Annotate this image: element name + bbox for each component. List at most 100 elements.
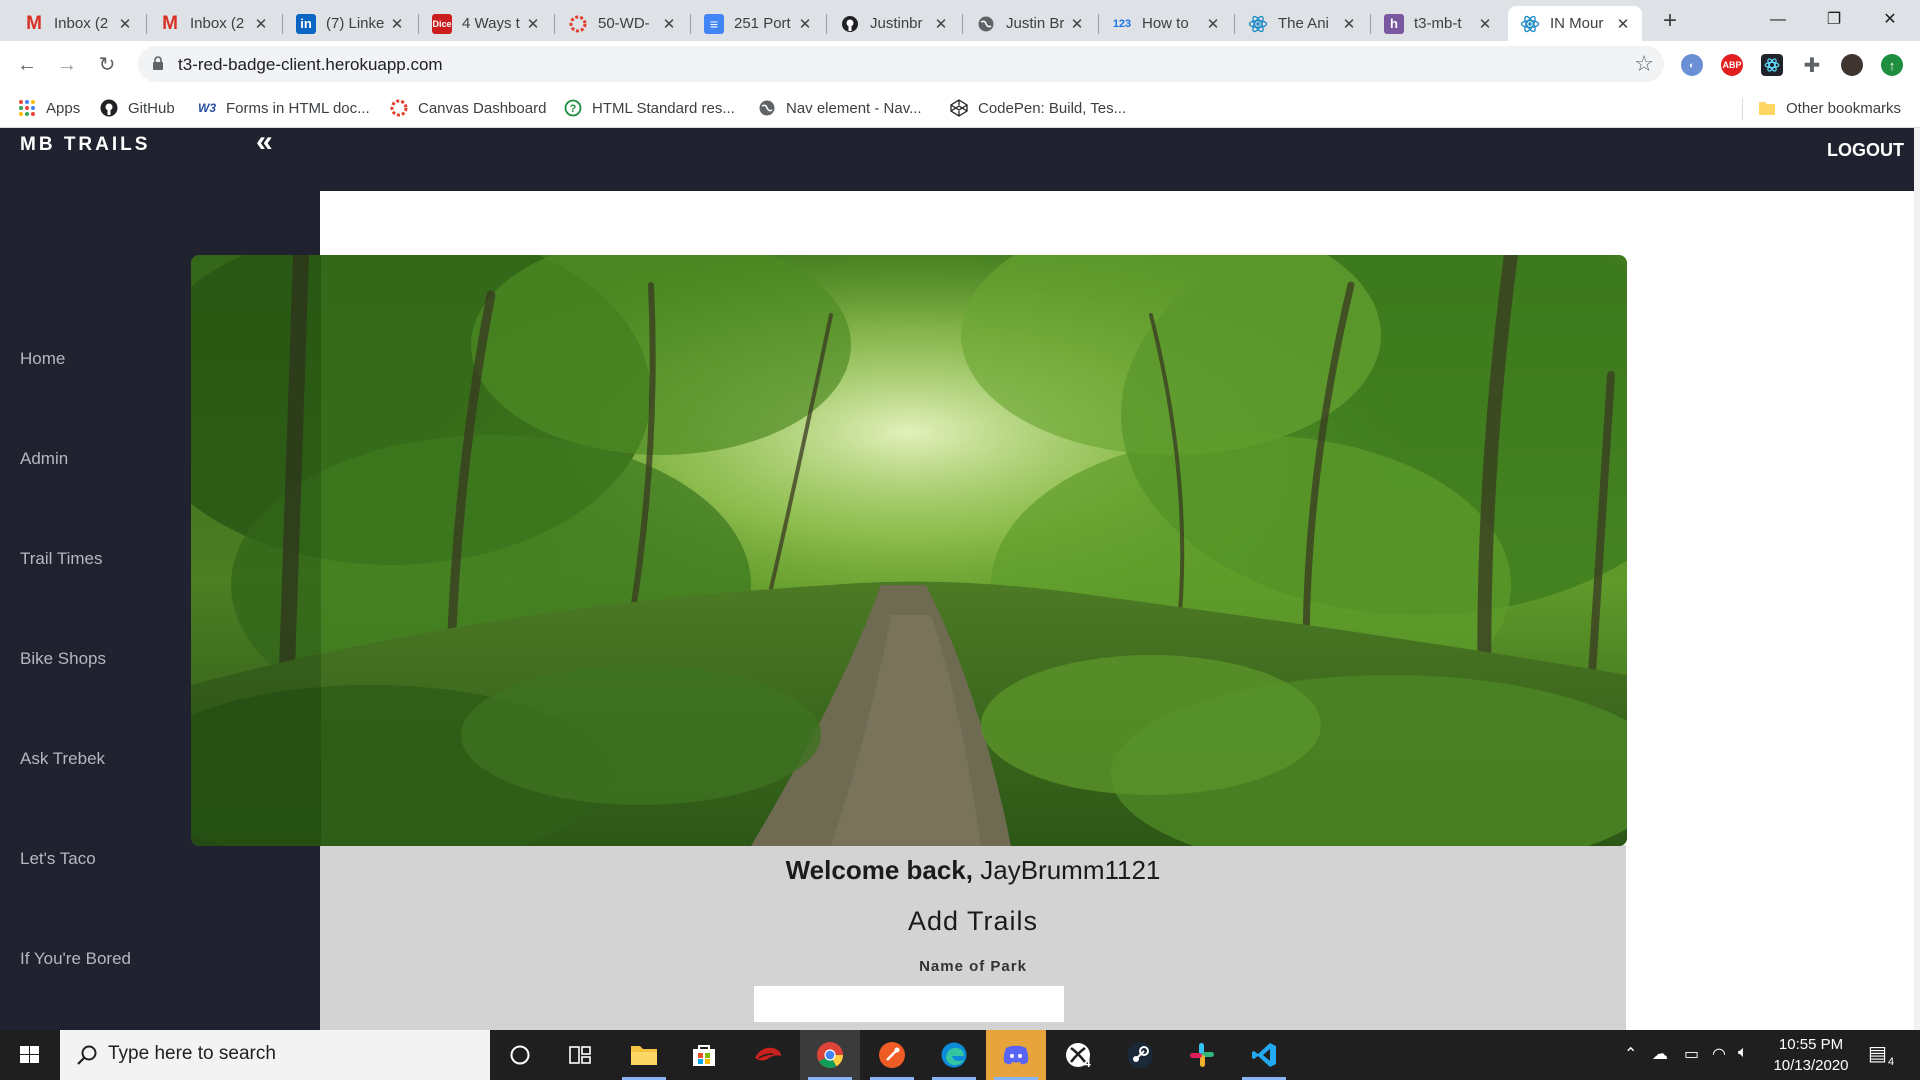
nav-ask-trebek[interactable]: Ask Trebek (20, 749, 105, 769)
start-button[interactable] (0, 1030, 60, 1080)
other-bookmarks[interactable]: Other bookmarks (1758, 96, 1901, 120)
bookmark-github[interactable]: GitHub (100, 96, 175, 120)
task-view-icon[interactable] (550, 1030, 610, 1080)
clock[interactable]: 10:55 PM 10/13/2020 (1756, 1034, 1866, 1076)
tab-label: Inbox (2 (54, 15, 109, 32)
new-tab-button[interactable]: + (1656, 8, 1684, 36)
react-devtools-icon[interactable] (1761, 54, 1783, 76)
web-page: Home Admin Trail Times Bike Shops Ask Tr… (0, 128, 1920, 1030)
vscode-icon[interactable] (1234, 1030, 1294, 1080)
xbox-icon[interactable]: 4 (1048, 1030, 1108, 1080)
park-name-input[interactable] (754, 986, 1064, 1022)
gmail-icon: M (26, 12, 42, 34)
tab[interactable]: h t3-mb-t ✕ (1372, 6, 1504, 41)
xbox-badge: 4 (1084, 1056, 1091, 1070)
extension-icon[interactable]: ◐ (1681, 54, 1703, 76)
bookmark-label: Nav element - Nav... (786, 99, 922, 117)
tab-divider (418, 14, 419, 34)
tab[interactable]: 50-WD- ✕ (556, 6, 688, 41)
bookmark-html-standard[interactable]: ? HTML Standard res... (564, 96, 735, 120)
page-scrollbar[interactable] (1914, 128, 1920, 1030)
bookmark-nav-element[interactable]: Nav element - Nav... (758, 96, 922, 120)
close-icon[interactable]: ✕ (388, 15, 406, 33)
close-icon[interactable]: ✕ (1614, 15, 1632, 33)
nav-trail-times[interactable]: Trail Times (20, 549, 103, 569)
close-icon[interactable]: ✕ (116, 15, 134, 33)
close-icon[interactable]: ✕ (932, 15, 950, 33)
tab-label: Justin Br (1006, 15, 1065, 32)
bookmark-forms-html[interactable]: W3 Forms in HTML doc... (198, 96, 370, 120)
canvas-icon (568, 14, 588, 34)
url-text[interactable]: t3-red-badge-client.herokuapp.com (178, 55, 443, 75)
slack-icon[interactable] (1172, 1030, 1232, 1080)
avatar[interactable] (1841, 54, 1863, 76)
cloud-sync-error-icon[interactable]: ☁ (1652, 1044, 1668, 1064)
notification-icon[interactable]: ▤ (1868, 1041, 1887, 1066)
game-launcher-icon[interactable] (738, 1030, 798, 1080)
cortana-icon[interactable] (490, 1030, 550, 1080)
github-icon (100, 99, 118, 117)
tab[interactable]: M Inbox (2 ✕ (148, 6, 280, 41)
tab-active[interactable]: IN Mour ✕ (1508, 6, 1642, 41)
tab[interactable]: Dice 4 Ways t ✕ (420, 6, 552, 41)
tab[interactable]: Justin Br ✕ (964, 6, 1096, 41)
chevron-up-icon[interactable]: ⌃ (1624, 1044, 1637, 1064)
nav-lets-taco[interactable]: Let's Taco (20, 849, 96, 869)
nav-bike-shops[interactable]: Bike Shops (20, 649, 106, 669)
tab[interactable]: The Ani ✕ (1236, 6, 1368, 41)
close-icon[interactable]: ✕ (252, 15, 270, 33)
bookmark-codepen[interactable]: CodePen: Build, Tes... (950, 96, 1126, 120)
close-icon[interactable]: ✕ (796, 15, 814, 33)
close-icon[interactable]: ✕ (1340, 15, 1358, 33)
tab-divider (282, 14, 283, 34)
close-icon[interactable]: ✕ (524, 15, 542, 33)
file-explorer-icon[interactable] (614, 1030, 674, 1080)
lock-icon[interactable] (152, 56, 164, 70)
nav-if-youre-bored[interactable]: If You're Bored (20, 949, 131, 969)
123-icon: 123 (1112, 17, 1132, 30)
back-icon[interactable]: ← (13, 51, 41, 79)
volume-icon[interactable]: 🔈︎ (1738, 1044, 1748, 1062)
bookmark-label: Apps (46, 99, 81, 117)
close-icon[interactable]: ✕ (1204, 15, 1222, 33)
store-icon[interactable] (674, 1030, 734, 1080)
tab[interactable]: 123 How to ✕ (1100, 6, 1232, 41)
tab-label: Justinbr (870, 15, 923, 32)
tab[interactable]: Justinbr ✕ (828, 6, 960, 41)
nav-home[interactable]: Home (20, 349, 65, 369)
bookmark-label: HTML Standard res... (592, 99, 735, 117)
close-icon[interactable]: ✕ (1476, 15, 1494, 33)
tab[interactable]: in (7) Linke ✕ (284, 6, 416, 41)
battery-icon[interactable]: ▭ (1684, 1044, 1699, 1064)
edge-icon[interactable] (924, 1030, 984, 1080)
bookmark-canvas[interactable]: Canvas Dashboard (390, 96, 546, 120)
tab[interactable]: ≡ 251 Port ✕ (692, 6, 824, 41)
adblock-icon[interactable]: ABP (1721, 54, 1743, 76)
address-bar[interactable]: t3-red-badge-client.herokuapp.com ☆ (138, 46, 1664, 82)
close-window-button[interactable]: ✕ (1862, 0, 1918, 40)
puzzle-icon[interactable]: ✚ (1801, 54, 1823, 77)
wifi-icon[interactable]: ◠ (1712, 1044, 1726, 1064)
close-icon[interactable]: ✕ (660, 15, 678, 33)
minimize-button[interactable]: — (1750, 0, 1806, 40)
globe-icon (976, 14, 996, 34)
postman-icon[interactable] (862, 1030, 922, 1080)
gmail-icon: M (162, 12, 178, 34)
collapse-sidebar-icon[interactable]: « (256, 128, 273, 157)
nav-admin[interactable]: Admin (20, 449, 68, 469)
close-icon[interactable]: ✕ (1068, 15, 1086, 33)
brand-logo[interactable]: MB TRAILS (20, 134, 150, 156)
tab[interactable]: M Inbox (2 ✕ (12, 6, 144, 41)
update-icon[interactable]: ↑ (1881, 54, 1903, 76)
discord-icon[interactable] (986, 1030, 1046, 1080)
tab-label: (7) Linke (326, 15, 385, 32)
forward-icon[interactable]: → (53, 51, 81, 79)
restore-button[interactable]: ❐ (1806, 0, 1862, 40)
steam-icon[interactable] (1110, 1030, 1170, 1080)
logout-button[interactable]: LOGOUT (1827, 140, 1904, 161)
bookmark-star-icon[interactable]: ☆ (1634, 51, 1654, 77)
taskbar-search[interactable]: Type here to search (60, 1030, 490, 1080)
chrome-icon[interactable] (800, 1030, 860, 1080)
reload-icon[interactable]: ↻ (93, 51, 121, 79)
bookmark-apps[interactable]: Apps (18, 96, 80, 120)
